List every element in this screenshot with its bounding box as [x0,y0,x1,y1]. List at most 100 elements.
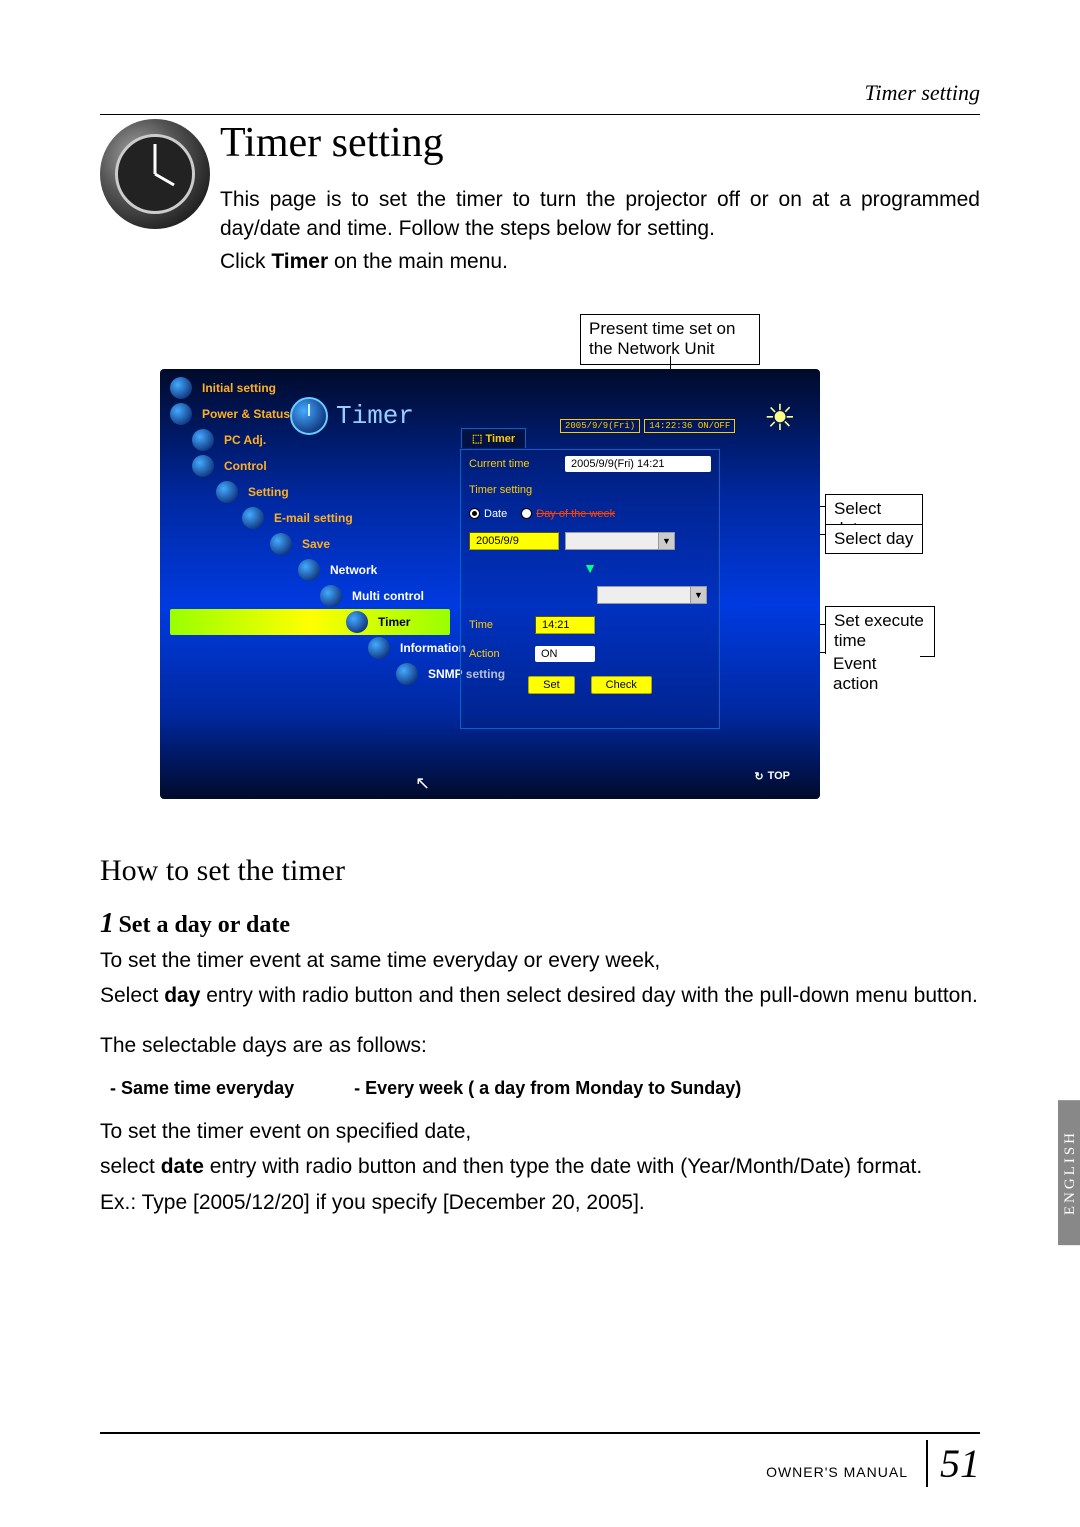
header-rule [100,114,980,115]
cursor-icon: ↖ [415,773,430,794]
top-button[interactable]: ↻TOP [754,770,790,783]
timer-panel: Timer Current time 2005/9/9(Fri) 14:21 T… [460,449,720,729]
text-span: Select [100,984,164,1007]
action-select[interactable]: ON [535,646,595,662]
nav-icon [298,559,320,581]
page-number: 51 [926,1440,980,1487]
radio-day-of-week[interactable]: Day of the week [521,508,615,520]
nav-save[interactable]: Save [170,531,450,557]
click-suffix: on the main menu. [328,250,508,273]
callout-set-execute-time: Set execute time [825,606,935,657]
step-number: 1 [100,908,114,939]
nav-label: Control [224,459,267,473]
option-a: - Same time everyday [110,1078,294,1099]
radio-date-label: Date [484,508,507,520]
nav-label: Save [302,537,330,551]
current-time-value: 2005/9/9(Fri) 14:21 [565,456,711,472]
radio-date[interactable]: Date [469,508,507,520]
panel-tab[interactable]: Timer [461,428,526,448]
nav-control[interactable]: Control [170,453,450,479]
language-tab: ENGLISH [1058,1100,1080,1245]
nav-label: Setting [248,485,289,499]
panel-header: Timer [290,397,414,435]
text-span: select [100,1155,161,1178]
sun-icon: ☀ [764,397,796,439]
body-text: select date entry with radio button and … [100,1152,980,1181]
nav-label: E-mail setting [274,511,353,525]
nav-icon [216,481,238,503]
nav-label: Network [330,563,377,577]
body-text: Select day entry with radio button and t… [100,981,980,1010]
screenshot-figure: Present time set on the Network Unit Sel… [160,314,920,814]
running-header: Timer setting [100,80,980,106]
time-label: Time [469,619,529,631]
nav-setting[interactable]: Setting [170,479,450,505]
panel-header-text: Timer [336,401,414,431]
nav-snmp-setting[interactable]: SNMP setting [170,661,450,687]
selectable-days-row: - Same time everyday - Every week ( a da… [100,1078,980,1099]
top-label: TOP [768,770,790,782]
radio-dot-icon [521,508,532,519]
nav-icon [192,455,214,477]
nav-label: Power & Status [202,407,290,421]
time-input[interactable]: 14:21 [535,616,595,634]
nav-email-setting[interactable]: E-mail setting [170,505,450,531]
nav-icon [368,637,390,659]
page-footer: OWNER'S MANUAL 51 [100,1432,980,1487]
timer-setting-label: Timer setting [469,484,559,496]
click-instruction: Click Timer on the main menu. [220,250,980,274]
set-button[interactable]: Set [528,676,575,694]
text-bold: day [164,984,200,1007]
day-dropdown[interactable]: ▼ [565,532,675,550]
nav-icon [270,533,292,555]
nav-label: Timer [378,615,410,629]
radio-dot-icon [469,508,480,519]
status-time: 14:22:36 ON/OFF [644,419,735,433]
chevron-down-icon: ▼ [658,533,674,549]
status-bar: 2005/9/9(Fri) 14:22:36 ON/OFF [560,419,735,433]
text-bold: date [161,1155,204,1178]
doc-name: OWNER'S MANUAL [766,1464,908,1480]
nav-timer[interactable]: Timer [170,609,450,635]
text-span: entry with radio button and then type th… [204,1155,922,1178]
clock-icon [100,119,210,229]
timer-clock-icon [290,397,328,435]
nav-icon [396,663,418,685]
option-b: - Every week ( a day from Monday to Sund… [354,1078,741,1099]
body-text: To set the timer event at same time ever… [100,946,980,975]
nav-icon [170,403,192,425]
body-text: To set the timer event on specified date… [100,1117,980,1146]
nav-network[interactable]: Network [170,557,450,583]
arrow-down-icon: ▼ [461,556,719,580]
intro-paragraph: This page is to set the timer to turn th… [220,185,980,244]
nav-label: Multi control [352,589,424,603]
body-text: Ex.: Type [2005/12/20] if you specify [D… [100,1188,980,1217]
text-span: entry with radio button and then select … [200,984,977,1007]
current-time-label: Current time [469,458,559,470]
check-button[interactable]: Check [591,676,652,694]
section-heading: How to set the timer [100,854,980,888]
body-text: The selectable days are as follows: [100,1031,980,1060]
ui-screenshot: Initial setting Power & Status PC Adj. C… [160,369,820,799]
callout-event-action: Event action [825,654,920,695]
nav-icon [170,377,192,399]
nav-information[interactable]: Information [170,635,450,661]
page-title: Timer setting [220,119,980,167]
click-bold: Timer [271,250,328,273]
nav-icon [242,507,264,529]
nav-label: PC Adj. [224,433,266,447]
nav-label: Initial setting [202,381,276,395]
nav-icon [320,585,342,607]
status-date: 2005/9/9(Fri) [560,419,640,433]
action-label: Action [469,648,529,660]
nav-icon [192,429,214,451]
nav-icon [346,611,368,633]
step-title: Set a day or date [118,912,290,938]
chevron-down-icon: ▼ [690,587,706,603]
dropdown[interactable]: ▼ [597,586,707,604]
nav-multi-control[interactable]: Multi control [170,583,450,609]
radio-day-label: Day of the week [536,508,615,520]
click-prefix: Click [220,250,271,273]
date-input[interactable]: 2005/9/9 [469,532,559,550]
callout-select-day: Select day [825,524,923,554]
